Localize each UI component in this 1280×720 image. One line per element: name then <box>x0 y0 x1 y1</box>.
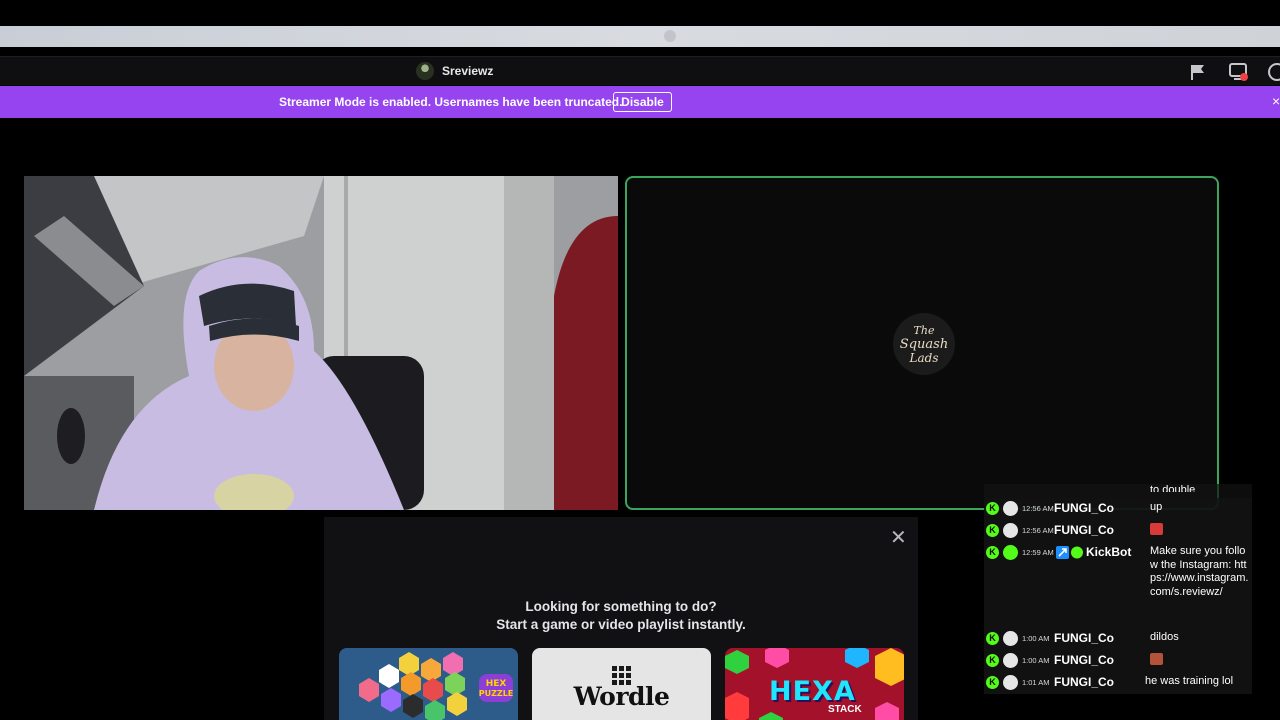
chat-time: 12:59 AM <box>1022 548 1054 557</box>
chat-emote <box>1150 653 1250 670</box>
chat-text: Make sure you follow the Instagram: http… <box>1150 545 1249 598</box>
hex-card-line2: PUZZLE <box>479 689 514 698</box>
chat-message: K 1:01 AM FUNGI_Co he was training lol <box>984 672 1252 694</box>
hexa-stack-title: HEXA <box>769 676 856 707</box>
chat-username[interactable]: FUNGI_Co <box>1054 631 1114 645</box>
kick-badge-icon: K <box>986 654 999 667</box>
bot-badges-icon <box>1056 546 1083 559</box>
chat-message: K 12:56 AM FUNGI_Co <box>984 520 1252 542</box>
user-avatar <box>1003 523 1018 538</box>
help-icon[interactable] <box>1268 63 1280 81</box>
app-root: Sreviewz Streamer Mode is enabled. Usern… <box>0 0 1280 720</box>
chat-text: up <box>1150 501 1163 513</box>
hex-puzzle-card[interactable]: HEX PUZZLE <box>339 648 518 720</box>
chat-partial-row: to double <box>984 484 1252 498</box>
flag-icon[interactable] <box>1189 63 1207 81</box>
hexa-stack-subtitle: STACK <box>828 704 862 715</box>
hex-card-line1: HEX <box>486 679 507 689</box>
kick-badge-icon: K <box>986 502 999 515</box>
chat-time: 1:00 AM <box>1022 634 1050 643</box>
svg-text:Squash: Squash <box>900 337 948 352</box>
user-avatar <box>1003 631 1018 646</box>
kick-badge-icon: K <box>986 546 999 559</box>
chat-time: 12:56 AM <box>1022 504 1054 513</box>
scroll-knob[interactable] <box>664 30 676 42</box>
hexa-stack-card[interactable]: HEXA STACK <box>725 648 904 720</box>
chat-text: dildos <box>1150 631 1179 643</box>
banner-close-icon[interactable]: × <box>1272 93 1280 109</box>
disable-button[interactable]: Disable <box>613 92 672 112</box>
emote-icon <box>1150 653 1163 665</box>
squash-lads-logo: The Squash Lads <box>893 313 955 375</box>
activity-close-icon[interactable]: ✕ <box>890 525 907 550</box>
bot-avatar <box>1003 545 1018 560</box>
chat-time: 12:56 AM <box>1022 526 1054 535</box>
chat-partial-text: to double <box>1150 484 1196 492</box>
chat-message: K 1:00 AM FUNGI_Co dildos <box>984 628 1252 650</box>
hex-puzzle-art: HEX PUZZLE <box>339 648 518 720</box>
user-avatar <box>1003 675 1018 690</box>
user-avatar <box>1003 653 1018 668</box>
streamer-mode-banner: Streamer Mode is enabled. Usernames have… <box>0 86 1280 118</box>
chat-time: 1:01 AM <box>1022 678 1050 687</box>
webcam-tile[interactable] <box>24 176 618 510</box>
activity-prompt-line2: Start a game or video playlist instantly… <box>496 617 746 632</box>
screen-share-icon[interactable] <box>1229 62 1249 82</box>
svg-text:The: The <box>914 324 935 337</box>
chat-username[interactable]: FUNGI_Co <box>1054 501 1114 515</box>
svg-text:Lads: Lads <box>909 351 939 365</box>
kick-badge-icon: K <box>986 524 999 537</box>
chat-text: he was training lol <box>1145 675 1234 687</box>
chat-message: K 12:56 AM FUNGI_Co up <box>984 498 1252 520</box>
title-bar: Sreviewz <box>0 56 1280 85</box>
chat-username[interactable]: FUNGI_Co <box>1054 675 1114 689</box>
chat-username[interactable]: FUNGI_Co <box>1054 523 1114 537</box>
screen-share-tile[interactable]: The Squash Lads <box>625 176 1219 510</box>
browser-scroll-strip[interactable] <box>0 26 1280 47</box>
activity-prompt: Looking for something to do? Start a gam… <box>324 598 918 634</box>
user-avatar <box>1003 501 1018 516</box>
chat-emote <box>1150 523 1250 540</box>
kick-badge-icon: K <box>986 632 999 645</box>
chat-username[interactable]: KickBot <box>1086 545 1131 559</box>
chat-message: K 12:59 AM KickBot Make sure you follow … <box>984 542 1252 628</box>
kick-badge-icon: K <box>986 676 999 689</box>
banner-text: Streamer Mode is enabled. Usernames have… <box>279 95 623 109</box>
activity-launcher-panel: ✕ Looking for something to do? Start a g… <box>324 517 918 720</box>
server-avatar-icon[interactable] <box>416 62 434 80</box>
emote-icon <box>1150 523 1163 535</box>
wordle-title: Wordle <box>573 682 670 711</box>
server-name[interactable]: Sreviewz <box>442 64 493 78</box>
chat-username[interactable]: FUNGI_Co <box>1054 653 1114 667</box>
chat-message: K 1:00 AM FUNGI_Co <box>984 650 1252 672</box>
activity-prompt-line1: Looking for something to do? <box>525 599 717 614</box>
chat-time: 1:00 AM <box>1022 656 1050 665</box>
wordle-card[interactable]: Wordle <box>532 648 711 720</box>
webcam-image <box>24 176 618 510</box>
chat-overlay: to double K 12:56 AM FUNGI_Co up K 12:56… <box>984 484 1252 694</box>
